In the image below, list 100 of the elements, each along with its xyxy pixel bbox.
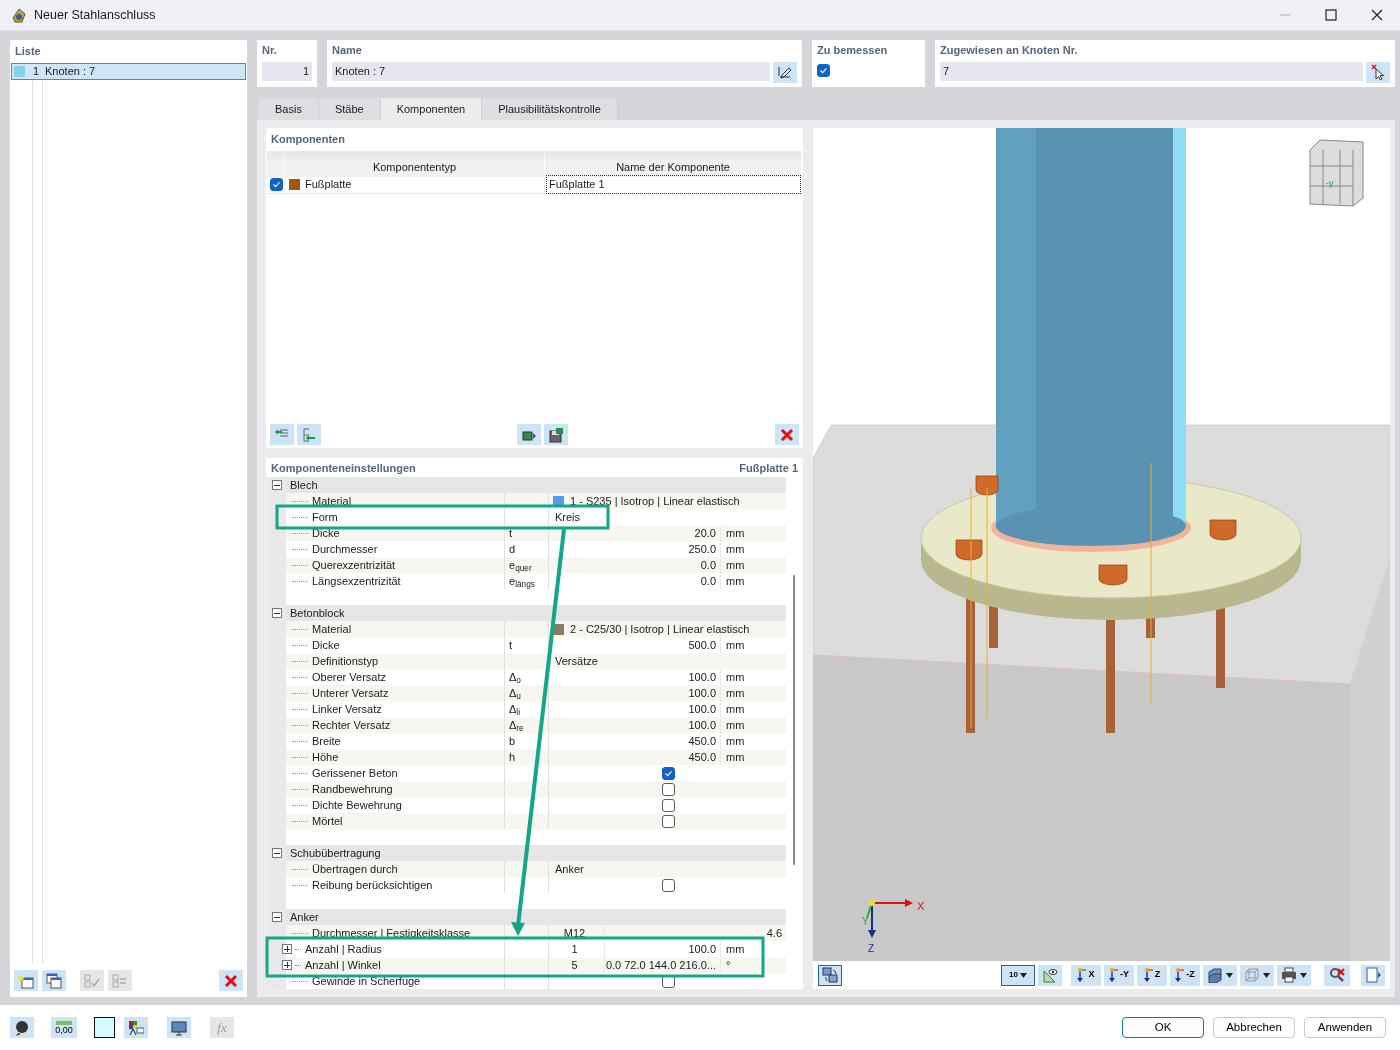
save-button[interactable]: [544, 424, 568, 445]
component-name-field[interactable]: Fußplatte 1: [546, 175, 801, 194]
dialog-button[interactable]: OK: [1122, 1017, 1204, 1038]
property-symbol: Δ$_{re}$: [509, 717, 524, 734]
property-value[interactable]: 250.0: [688, 540, 716, 558]
field-label: Name: [332, 43, 363, 58]
group-title: Blech: [290, 477, 318, 493]
copy-item-button[interactable]: [42, 970, 66, 991]
checkbox[interactable]: [662, 766, 675, 780]
unit-label: mm: [726, 701, 745, 717]
view-direction-button[interactable]: X: [1071, 964, 1101, 986]
property-value[interactable]: Versätze: [555, 652, 598, 670]
new-item-button[interactable]: [14, 970, 38, 991]
property-value[interactable]: Anker: [555, 860, 584, 878]
property-value[interactable]: 5: [571, 956, 578, 974]
display-mode-button[interactable]: [1203, 964, 1237, 986]
property-value[interactable]: 450.0: [688, 748, 716, 766]
checkbox[interactable]: [662, 814, 675, 828]
number-format-button[interactable]: 0,00: [51, 1017, 77, 1038]
visibility-button[interactable]: [1038, 964, 1062, 986]
move-up-button[interactable]: [270, 424, 294, 445]
property-value[interactable]: 100.0: [688, 668, 716, 686]
property-symbol: h: [509, 749, 516, 765]
property-symbol: e$_{längs}$: [509, 573, 535, 590]
property-label: Form: [312, 509, 338, 525]
view-direction-button[interactable]: Z: [1137, 964, 1167, 986]
property-symbol: t: [509, 525, 513, 541]
display-settings-button[interactable]: [124, 1017, 148, 1038]
unit-label: mm: [726, 541, 745, 557]
property-value[interactable]: 1: [571, 940, 578, 958]
name-field[interactable]: Knoten : 7: [332, 61, 771, 81]
property-value[interactable]: Kreis: [555, 508, 581, 526]
property-value[interactable]: 0.0: [700, 572, 716, 590]
property-value[interactable]: M12: [563, 924, 586, 942]
view-sync-button[interactable]: [818, 964, 842, 986]
reset-zoom-button[interactable]: [1324, 964, 1350, 986]
column-header: Komponententyp: [285, 150, 545, 177]
collapse-icon[interactable]: [272, 608, 282, 618]
import-button[interactable]: [517, 424, 541, 445]
property-label: Höhe: [312, 749, 339, 765]
panel-toggle-button[interactable]: [1361, 964, 1385, 986]
tab[interactable]: Stäbe: [318, 98, 381, 120]
property-value[interactable]: 20.0: [694, 524, 716, 542]
move-down-button[interactable]: [297, 424, 321, 445]
unit-label: mm: [726, 669, 745, 685]
checkbox[interactable]: [662, 878, 675, 892]
expand-icon[interactable]: [282, 960, 292, 970]
property-value[interactable]: 1 - S235 | Isotrop | Linear elastisch: [570, 492, 740, 510]
property-value[interactable]: 500.0: [688, 636, 716, 654]
property-value[interactable]: 100.0: [688, 700, 716, 718]
property-label: Definitionstyp: [312, 653, 379, 669]
color-button[interactable]: [94, 1017, 115, 1038]
property-value[interactable]: 0.0 72.0 144.0 216.0...: [605, 956, 716, 974]
tab[interactable]: Komponenten: [380, 98, 483, 120]
property-value[interactable]: 4.6: [766, 924, 782, 942]
property-label: Material: [312, 621, 352, 637]
checkbox[interactable]: [817, 64, 830, 78]
maximize-icon[interactable]: [1325, 9, 1337, 21]
property-label: Mörtel: [312, 813, 343, 829]
edit-name-button[interactable]: [773, 61, 797, 83]
dialog-button[interactable]: Anwenden: [1304, 1017, 1386, 1038]
collapse-icon[interactable]: [272, 480, 282, 490]
checkbox[interactable]: [270, 178, 283, 191]
view-direction-button[interactable]: -Z: [1170, 964, 1200, 986]
checkbox[interactable]: [662, 782, 675, 796]
checkbox[interactable]: [662, 798, 675, 812]
property-value[interactable]: 450.0: [688, 732, 716, 750]
view-cube[interactable]: [1309, 139, 1364, 207]
dialog-button[interactable]: Abbrechen: [1213, 1017, 1295, 1038]
property-value[interactable]: 100.0: [688, 684, 716, 702]
property-value[interactable]: 100.0: [688, 716, 716, 734]
close-icon[interactable]: [1371, 9, 1383, 21]
view-direction-button[interactable]: -Y: [1104, 964, 1134, 986]
number-field[interactable]: 1: [262, 61, 312, 81]
expand-icon[interactable]: [282, 944, 292, 954]
list-item[interactable]: 1 Knoten : 7: [11, 62, 246, 80]
axis-label: X: [917, 900, 925, 912]
property-value[interactable]: 100.0: [688, 940, 716, 958]
property-value[interactable]: 2 - C25/30 | Isotrop | Linear elastisch: [570, 620, 750, 638]
monitor-button[interactable]: [167, 1017, 191, 1038]
wireframe-button[interactable]: [1240, 964, 1274, 986]
help-button[interactable]: [10, 1017, 34, 1038]
scrollbar[interactable]: [793, 575, 795, 865]
tab[interactable]: Plausibilitätskontrolle: [482, 98, 618, 120]
property-value[interactable]: 0.0: [700, 556, 716, 574]
delete-button[interactable]: [219, 970, 243, 991]
item-number: 1: [31, 63, 39, 79]
collapse-icon[interactable]: [272, 848, 282, 858]
check-all-button[interactable]: [80, 970, 104, 991]
toggle-check-button[interactable]: [108, 970, 132, 991]
property-label: Reibung berücksichtigen: [312, 877, 433, 893]
property-label: Dicke: [312, 525, 340, 541]
pick-node-button[interactable]: [1366, 61, 1390, 83]
scale-button[interactable]: 10: [1001, 964, 1035, 986]
node-field[interactable]: 7: [940, 61, 1364, 81]
tab[interactable]: Basis: [259, 98, 319, 120]
collapse-icon[interactable]: [272, 912, 282, 922]
solid-blocks-icon: [1207, 967, 1223, 983]
print-button[interactable]: [1277, 964, 1311, 986]
delete-component-button[interactable]: [775, 424, 799, 445]
